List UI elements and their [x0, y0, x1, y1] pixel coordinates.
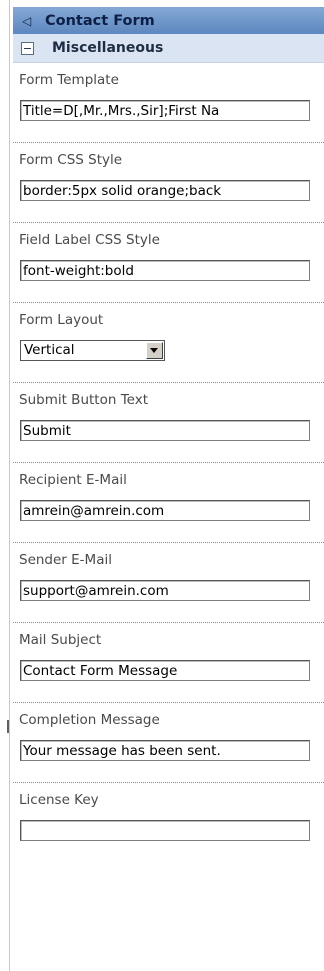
field-form-template: Form Template: [13, 63, 324, 143]
field-license-key: License Key: [13, 783, 324, 863]
field-label: Field Label CSS Style: [19, 232, 160, 248]
field-label-css-style-input[interactable]: [20, 260, 310, 281]
field-mail-subject: Mail Subject: [13, 623, 324, 703]
field-submit-button-text: Submit Button Text: [13, 383, 324, 463]
collapse-arrow-icon[interactable]: ◁: [22, 14, 36, 28]
pane-left-border: [9, 0, 10, 971]
field-label: Completion Message: [19, 712, 160, 728]
field-recipient-email: Recipient E-Mail: [13, 463, 324, 543]
field-form-css-style: Form CSS Style: [13, 143, 324, 223]
field-sender-email: Sender E-Mail: [13, 543, 324, 623]
field-label: Form Template: [19, 72, 119, 88]
field-label: Form CSS Style: [19, 152, 123, 168]
form-css-style-input[interactable]: [20, 180, 310, 201]
field-label-css-style: Field Label CSS Style: [13, 223, 324, 303]
collapse-section-icon[interactable]: [21, 41, 34, 55]
completion-message-input[interactable]: [20, 740, 310, 761]
pane-resize-tick: [7, 720, 9, 733]
mail-subject-input[interactable]: [20, 660, 310, 681]
field-label: License Key: [19, 792, 99, 808]
field-label: Submit Button Text: [19, 392, 148, 408]
license-key-input[interactable]: [20, 820, 310, 841]
property-pane: ◁ Contact Form Miscellaneous Form Templa…: [13, 7, 324, 971]
panel-header[interactable]: ◁ Contact Form: [13, 7, 324, 34]
dropdown-arrow-icon[interactable]: [146, 342, 163, 359]
field-label: Recipient E-Mail: [19, 472, 127, 488]
form-template-input[interactable]: [20, 100, 310, 121]
section-title: Miscellaneous: [52, 40, 164, 56]
field-label: Sender E-Mail: [19, 552, 112, 568]
submit-button-text-input[interactable]: [20, 420, 310, 441]
section-header-miscellaneous[interactable]: Miscellaneous: [13, 34, 324, 63]
form-layout-select[interactable]: Vertical: [20, 340, 165, 361]
field-label: Mail Subject: [19, 632, 102, 648]
recipient-email-input[interactable]: [20, 500, 310, 521]
sender-email-input[interactable]: [20, 580, 310, 601]
field-form-layout: Form Layout Vertical: [13, 303, 324, 383]
field-completion-message: Completion Message: [13, 703, 324, 783]
field-label: Form Layout: [19, 312, 104, 328]
panel-title: Contact Form: [45, 12, 155, 29]
select-value: Vertical: [24, 342, 75, 358]
